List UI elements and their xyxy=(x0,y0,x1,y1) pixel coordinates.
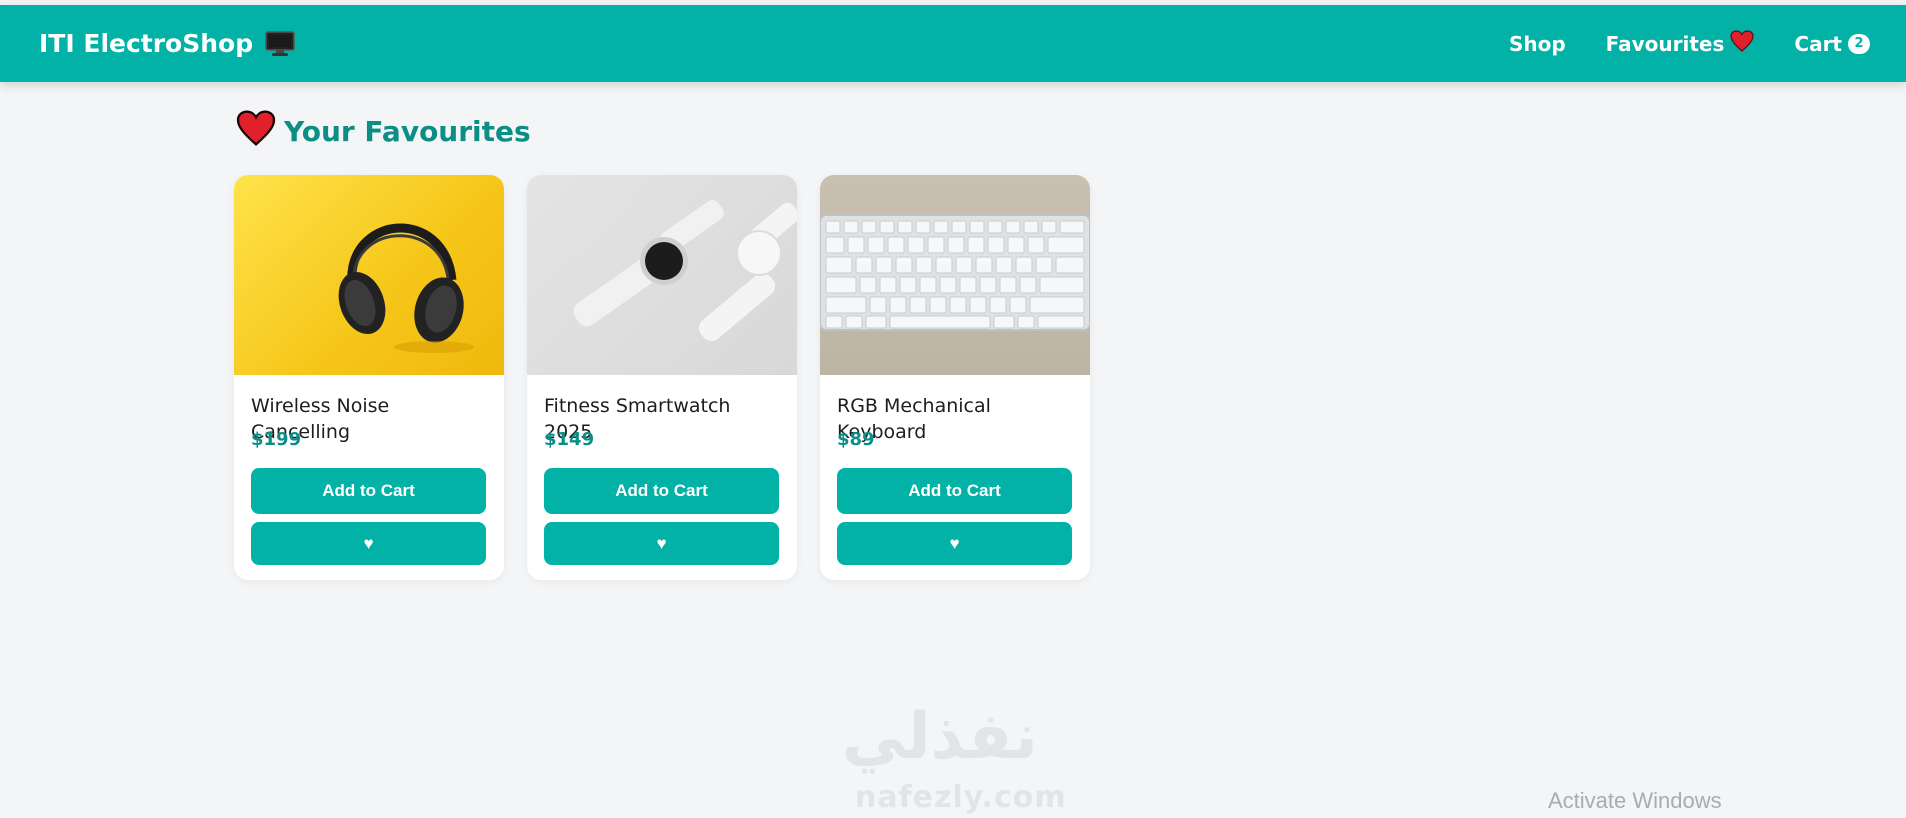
product-card: RGB Mechanical Keyboard $89 Add to Cart … xyxy=(820,175,1090,580)
product-name: RGB Mechanical Keyboard xyxy=(837,395,991,443)
heart-icon xyxy=(236,110,276,153)
cart-count-badge: 2 xyxy=(1848,33,1870,54)
activate-windows-notice: Activate Windows xyxy=(1548,788,1722,813)
keyboard-image[interactable] xyxy=(820,175,1090,375)
nav-cart-label: Cart xyxy=(1794,31,1842,56)
page-title-text: Your Favourites xyxy=(284,115,531,148)
favourite-toggle-button[interactable]: ♥ xyxy=(837,522,1072,565)
watermark-logo-latin: nafezly.com xyxy=(855,780,1067,815)
watermark-logo-arabic: نفذلي xyxy=(842,700,1038,774)
add-to-cart-button[interactable]: Add to Cart xyxy=(837,468,1072,514)
product-price: $149 xyxy=(544,429,595,450)
favourite-toggle-button[interactable]: ♥ xyxy=(544,522,779,565)
product-card: Fitness Smartwatch 2025 $149 Add to Cart… xyxy=(527,175,797,580)
nav-favourites-link[interactable]: Favourites xyxy=(1606,30,1755,57)
brand[interactable]: ITI ElectroShop xyxy=(39,29,295,58)
nav-shop-link[interactable]: Shop xyxy=(1509,32,1566,56)
nav-cart-link[interactable]: Cart 2 xyxy=(1794,32,1870,56)
nav-links: Shop Favourites Cart 2 xyxy=(1509,30,1870,57)
favourite-toggle-button[interactable]: ♥ xyxy=(251,522,486,565)
favourites-grid: Wireless Noise Cancelling $199 Add to Ca… xyxy=(234,175,1090,580)
headphones-image[interactable] xyxy=(234,175,504,375)
product-name: Fitness Smartwatch 2025 xyxy=(544,395,731,443)
navbar: ITI ElectroShop Shop Favourites Cart 2 xyxy=(0,5,1906,82)
monitor-icon xyxy=(265,30,295,57)
add-to-cart-button[interactable]: Add to Cart xyxy=(251,468,486,514)
heart-icon xyxy=(1730,30,1754,57)
brand-name: ITI ElectroShop xyxy=(39,29,254,58)
product-card: Wireless Noise Cancelling $199 Add to Ca… xyxy=(234,175,504,580)
nav-favourites-label: Favourites xyxy=(1605,31,1725,56)
product-price: $199 xyxy=(251,429,302,450)
page-title: Your Favourites xyxy=(236,110,531,153)
smartwatch-image[interactable] xyxy=(527,175,797,375)
nav-shop-label: Shop xyxy=(1508,31,1566,56)
add-to-cart-button[interactable]: Add to Cart xyxy=(544,468,779,514)
product-name: Wireless Noise Cancelling xyxy=(251,395,390,443)
product-price: $89 xyxy=(837,429,875,450)
